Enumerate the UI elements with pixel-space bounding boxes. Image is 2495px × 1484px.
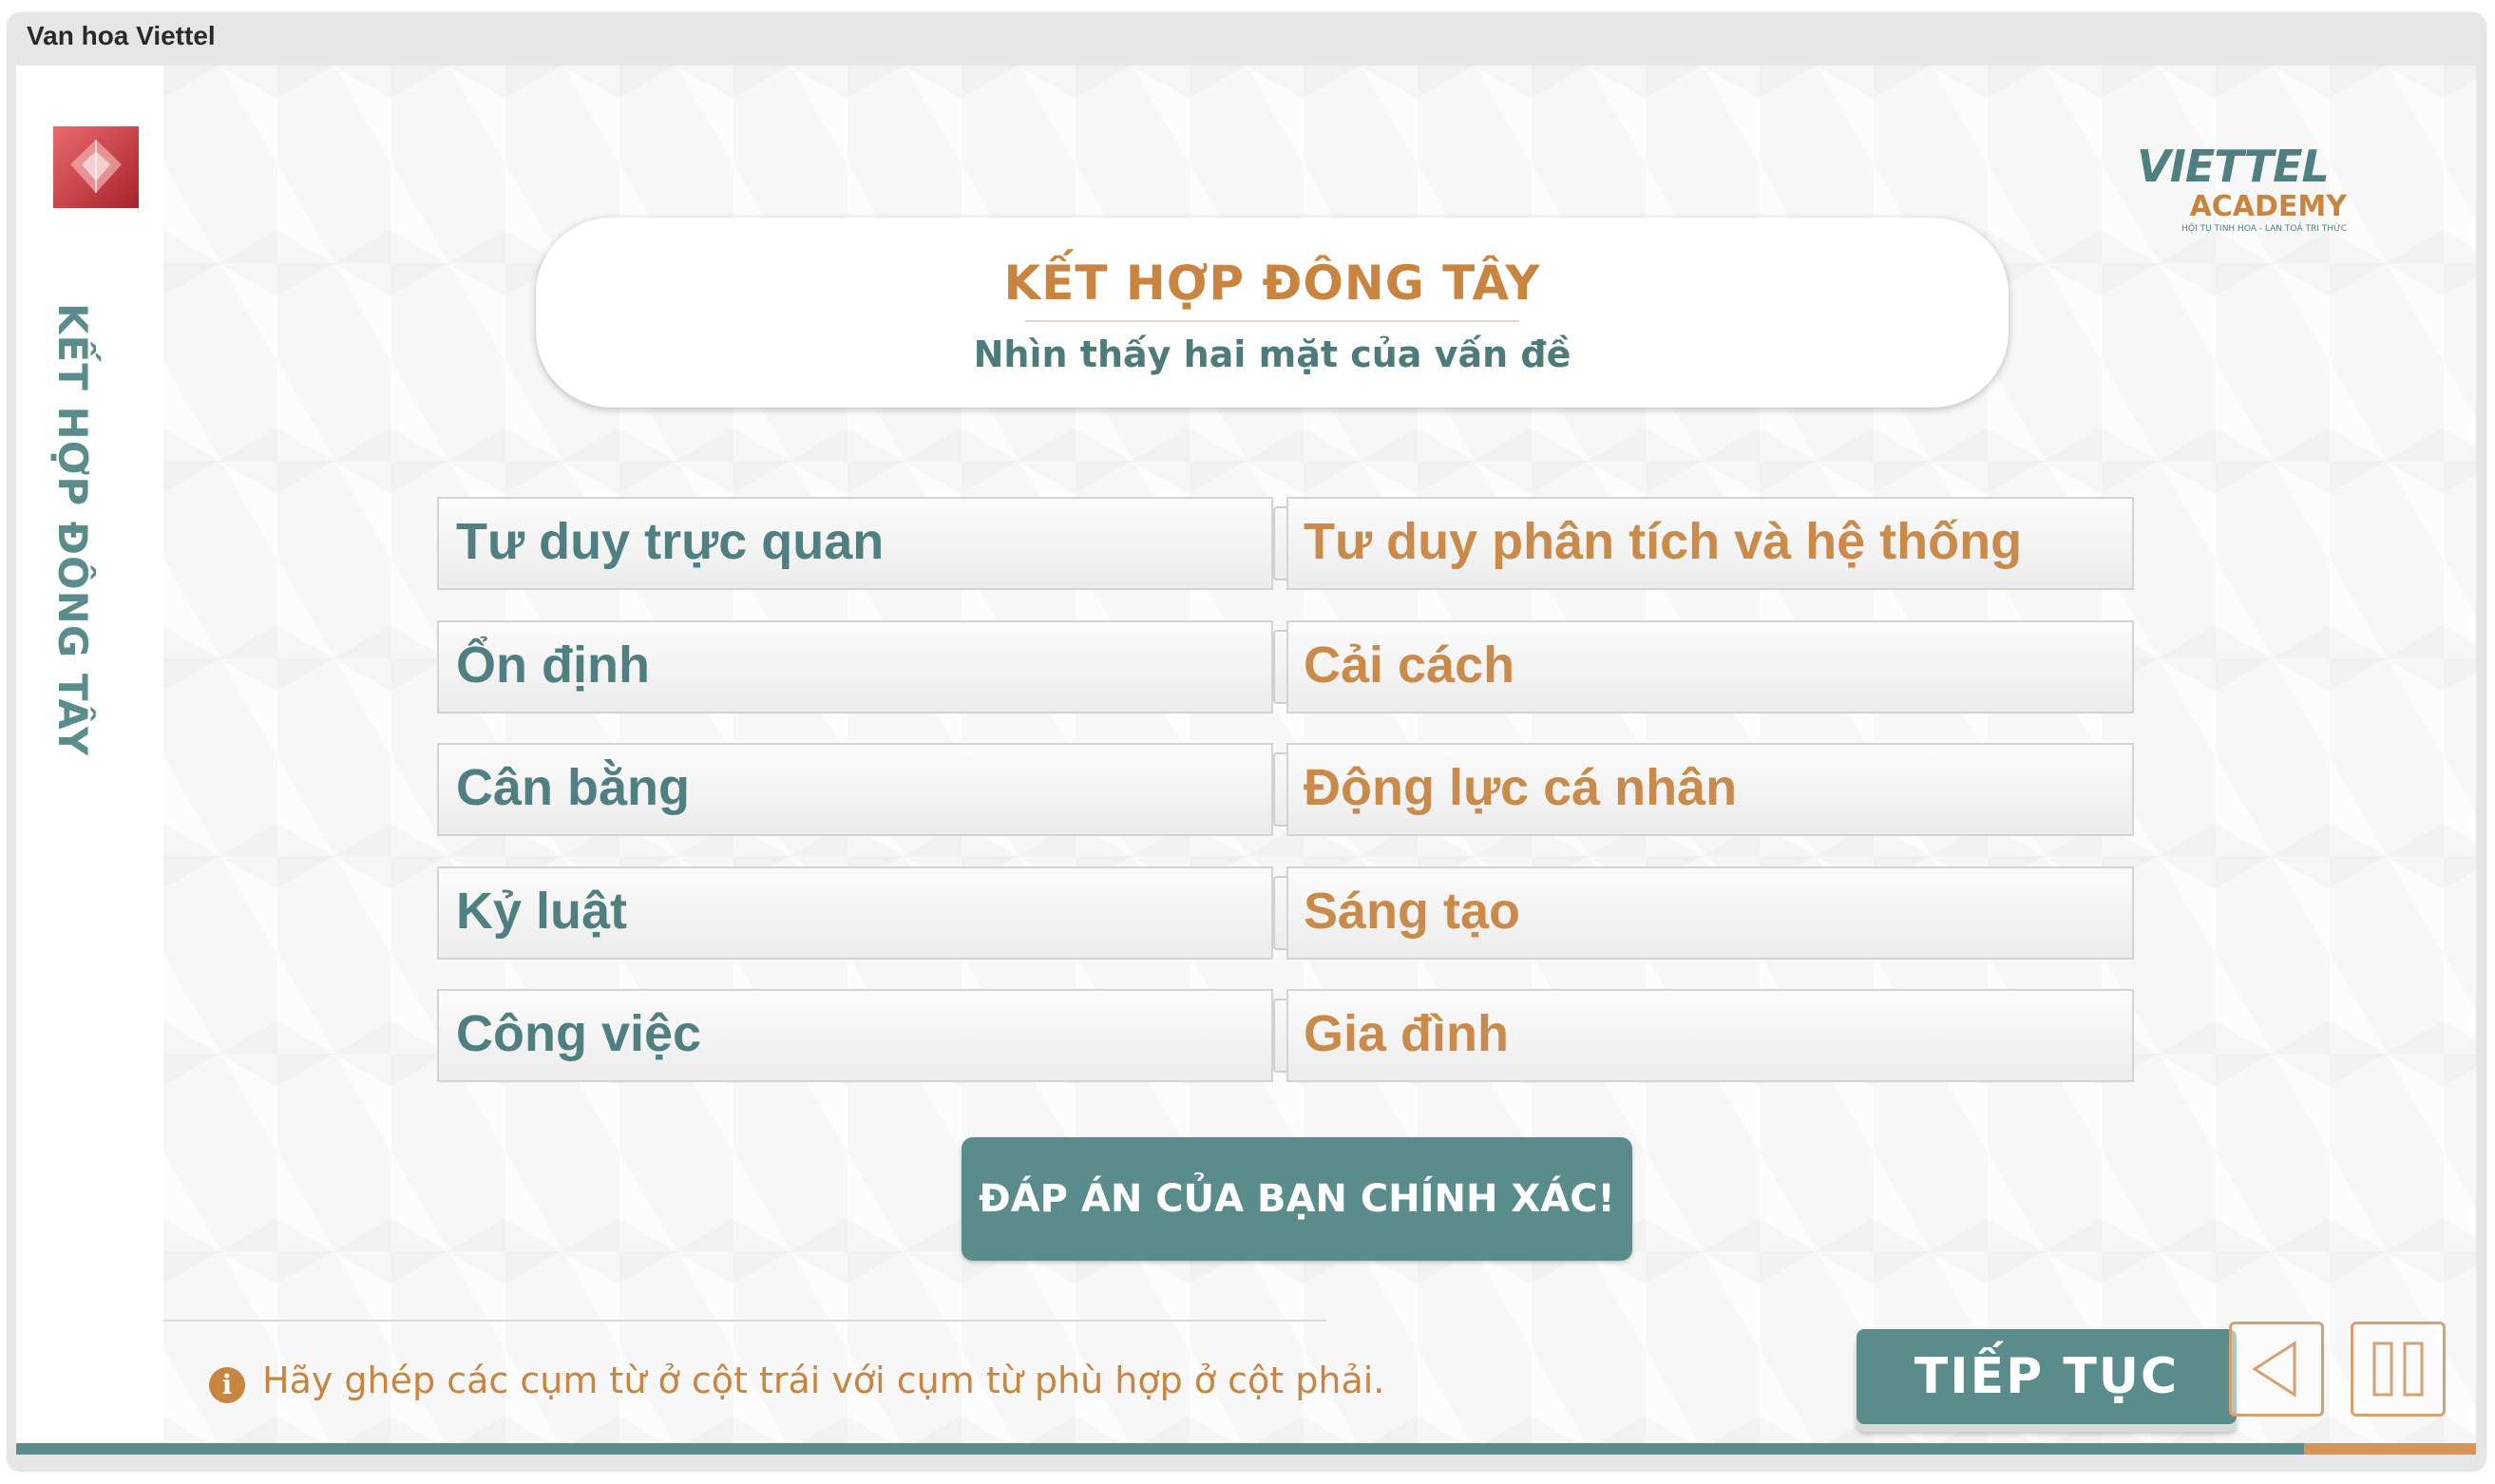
progress-bar[interactable] (16, 1443, 2476, 1455)
brand-sub: ACADEMY (2190, 190, 2349, 223)
right-phrase-tile[interactable]: Cải cách (1286, 620, 2134, 713)
left-phrase-tile[interactable]: Ổn định (437, 620, 1273, 713)
right-phrase-label: Gia đình (1304, 1005, 1509, 1062)
left-phrase-label: Công việc (456, 1005, 702, 1062)
brand-wordmark: VIETTEL (2137, 142, 2329, 192)
info-icon: i (209, 1367, 245, 1403)
right-phrase-tile[interactable]: Gia đình (1286, 989, 2134, 1082)
right-phrase-tile[interactable]: Sáng tạo (1286, 866, 2134, 960)
progress-bar-remaining (2303, 1443, 2476, 1455)
match-row: Tư duy trực quan Tư duy phân tích và hệ … (437, 497, 2134, 594)
match-row: Cân bằng Động lực cá nhân (437, 743, 2134, 840)
pause-icon (2372, 1341, 2424, 1397)
match-row: Ổn định Cải cách (437, 620, 2134, 717)
pause-button[interactable] (2351, 1322, 2446, 1417)
right-phrase-label: Sáng tạo (1304, 883, 1521, 940)
triangle-left-icon (2252, 1341, 2296, 1398)
connector-notch (1273, 752, 1286, 827)
instruction-text: Hãy ghép các cụm từ ở cột trái với cụm t… (262, 1360, 1385, 1401)
right-phrase-label: Cải cách (1304, 637, 1515, 694)
sidebar: KẾT HỢP ĐÔNG TÂY (16, 66, 163, 1443)
page-title: KẾT HỢP ĐÔNG TÂY (1003, 256, 1541, 311)
right-phrase-label: Động lực cá nhân (1304, 759, 1738, 816)
match-row: Kỷ luật Sáng tạo (437, 866, 2134, 963)
left-phrase-tile[interactable]: Cân bằng (437, 743, 1273, 836)
left-phrase-label: Kỷ luật (456, 883, 628, 940)
left-phrase-tile[interactable]: Công việc (437, 989, 1273, 1082)
viettel-academy-logo: VIETTEL ACADEMY HỘI TỤ TINH HOA - LAN TO… (2137, 142, 2349, 234)
left-phrase-label: Tư duy trực quan (456, 513, 885, 570)
previous-button[interactable] (2229, 1322, 2324, 1417)
connector-notch (1273, 630, 1286, 704)
page-subtitle: Nhìn thấy hai mặt của vấn đề (973, 333, 1571, 375)
course-logo-icon (53, 126, 139, 208)
title-divider (1025, 320, 1519, 322)
right-phrase-tile[interactable]: Tư duy phân tích và hệ thống (1286, 497, 2134, 590)
left-phrase-label: Ổn định (456, 637, 650, 694)
connector-notch (1273, 876, 1286, 950)
feedback-correct-banner: ĐÁP ÁN CỦA BẠN CHÍNH XÁC! (962, 1137, 1632, 1261)
left-phrase-tile[interactable]: Tư duy trực quan (437, 497, 1273, 590)
continue-button[interactable]: TIẾP TỤC (1857, 1329, 2237, 1424)
connector-notch (1273, 506, 1286, 580)
window-title: Van hoa Viettel (27, 21, 216, 50)
sidebar-vertical-title: KẾT HỢP ĐÔNG TÂY (49, 303, 96, 757)
left-phrase-tile[interactable]: Kỷ luật (437, 866, 1273, 960)
left-phrase-label: Cân bằng (456, 759, 691, 816)
footer-divider (163, 1320, 1326, 1322)
match-row: Công việc Gia đình (437, 989, 2134, 1086)
right-phrase-label: Tư duy phân tích và hệ thống (1304, 513, 2023, 570)
right-phrase-tile[interactable]: Động lực cá nhân (1286, 743, 2134, 836)
brand-tagline: HỘI TỤ TINH HOA - LAN TOẢ TRI THỨC (2181, 222, 2347, 234)
slide-stage: VIETTEL ACADEMY HỘI TỤ TINH HOA - LAN TO… (163, 66, 2476, 1443)
title-card: KẾT HỢP ĐÔNG TÂY Nhìn thấy hai mặt của v… (536, 218, 2009, 408)
connector-notch (1273, 999, 1286, 1073)
